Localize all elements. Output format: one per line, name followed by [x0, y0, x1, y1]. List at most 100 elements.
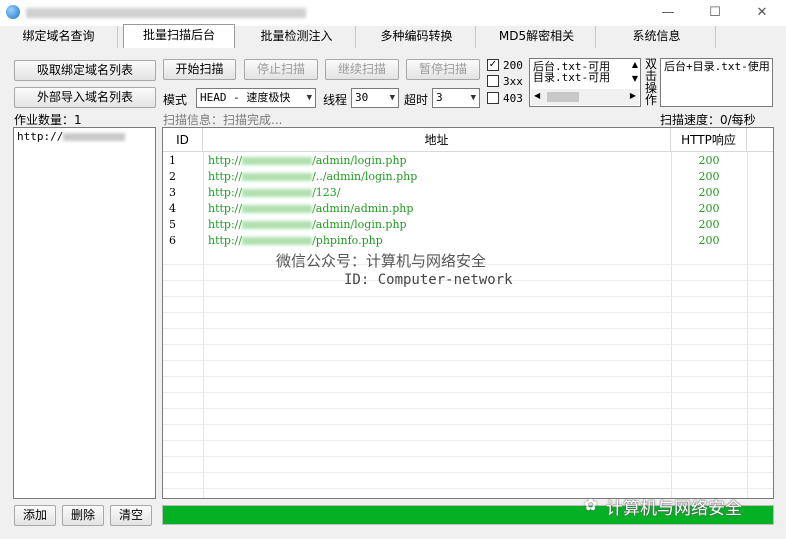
title-bar: — ☐ ✕	[0, 0, 786, 26]
add-button[interactable]: 添加	[14, 505, 56, 526]
import-domains-button[interactable]: 外部导入域名列表	[14, 87, 156, 108]
threads-label: 线程	[323, 93, 348, 107]
row-url[interactable]: http:// /admin/admin.php	[208, 201, 668, 217]
url-prefix: http://	[208, 218, 243, 231]
empty-row	[163, 425, 773, 441]
list-item[interactable]: http://	[14, 128, 155, 145]
redacted-host	[242, 189, 313, 197]
domain-list[interactable]: http://	[13, 127, 156, 499]
column-header-id[interactable]: ID	[163, 128, 203, 152]
results-table[interactable]: ID 地址 HTTP响应 1 http:// /admin/login.php 200…	[162, 127, 774, 499]
url-path: /../admin/login.php	[312, 170, 418, 183]
pause-scan-button[interactable]: 暂停扫描	[406, 59, 480, 80]
delete-button[interactable]: 删除	[62, 505, 104, 526]
row-http-status: 200	[698, 234, 720, 247]
table-row[interactable]: 6 http:// /phpinfo.php 200	[163, 233, 773, 249]
mode-label: 模式	[163, 93, 188, 107]
stop-scan-button[interactable]: 停止扫描	[244, 59, 318, 80]
start-scan-button[interactable]: 开始扫描	[163, 59, 236, 80]
url-path: /phpinfo.php	[312, 234, 383, 247]
row-http-status: 200	[698, 170, 720, 183]
filter-403-checkbox[interactable]	[487, 92, 499, 104]
filter-3xx-checkbox[interactable]	[487, 75, 499, 87]
url-prefix: http://	[208, 202, 243, 215]
selected-dictionary: 后台+目录.txt-使用	[664, 60, 770, 73]
wechat-icon: ✿	[584, 495, 598, 514]
row-id: 3	[169, 186, 176, 199]
empty-row	[163, 345, 773, 361]
url-prefix: http://	[208, 154, 243, 167]
empty-row	[163, 441, 773, 457]
url-path: /admin/login.php	[312, 154, 407, 167]
footer-watermark: 计算机与网络安全	[606, 499, 742, 519]
url-path: /123/	[312, 186, 341, 199]
tab-batch-scan-admin[interactable]: 批量扫描后台	[123, 24, 235, 48]
url-prefix: http://	[208, 234, 243, 247]
tab-md5[interactable]: MD5解密相关	[478, 26, 596, 48]
app-icon	[6, 5, 20, 19]
minimize-button[interactable]: —	[645, 2, 691, 24]
selected-dictionary-box[interactable]: 后台+目录.txt-使用	[660, 58, 773, 107]
row-id: 4	[169, 202, 176, 215]
scan-info: 扫描信息：扫描完成...	[163, 113, 283, 127]
table-header: ID 地址 HTTP响应	[163, 128, 773, 152]
empty-row	[163, 329, 773, 345]
tab-batch-injection[interactable]: 批量检测注入	[238, 26, 356, 48]
redacted-domain	[63, 133, 126, 141]
clear-button[interactable]: 清空	[110, 505, 152, 526]
tab-encoding[interactable]: 多种编码转换	[358, 26, 476, 48]
tab-domain-query[interactable]: 绑定域名查询	[0, 26, 118, 48]
empty-row	[163, 393, 773, 409]
column-header-address[interactable]: 地址	[203, 128, 671, 152]
table-row[interactable]: 3 http:// /123/200	[163, 185, 773, 201]
threads-value: 30	[355, 91, 369, 104]
filter-403-label: 403	[503, 92, 523, 105]
row-url[interactable]: http:// /admin/login.php	[208, 217, 668, 233]
timeout-select[interactable]: 3 ▼	[432, 88, 480, 108]
table-row[interactable]: 4 http:// /admin/admin.php 200	[163, 201, 773, 217]
list-item[interactable]: 目录.txt-可用	[530, 72, 640, 83]
chevron-down-icon: ▼	[470, 93, 476, 103]
scroll-down-icon[interactable]: ▼	[632, 74, 638, 83]
scroll-right-icon[interactable]: ▶	[630, 91, 636, 100]
row-url[interactable]: http:// /../admin/login.php	[208, 169, 668, 185]
url-path: /admin/admin.php	[312, 202, 414, 215]
close-button[interactable]: ✕	[739, 2, 785, 24]
mode-value: HEAD - 速度极快	[200, 91, 291, 104]
continue-scan-button[interactable]: 继续扫描	[325, 59, 399, 80]
scroll-left-icon[interactable]: ◀	[534, 91, 540, 100]
horizontal-scrollbar[interactable]: ◀ ▶	[531, 89, 639, 105]
scroll-up-icon[interactable]: ▲	[632, 60, 638, 69]
table-row[interactable]: 1 http:// /admin/login.php 200	[163, 153, 773, 169]
redacted-host	[242, 237, 313, 245]
row-http-status: 200	[698, 218, 720, 231]
mode-select[interactable]: HEAD - 速度极快 ▼	[196, 88, 316, 108]
url-path: /admin/login.php	[312, 218, 407, 231]
scan-speed: 扫描速度：0/每秒	[660, 113, 756, 127]
table-row[interactable]: 2 http:// /../admin/login.php 200	[163, 169, 773, 185]
scroll-thumb[interactable]	[547, 92, 579, 102]
maximize-button[interactable]: ☐	[692, 2, 738, 24]
domain-prefix: http://	[17, 130, 64, 143]
row-id: 6	[169, 234, 176, 247]
table-row[interactable]: 5 http:// /admin/login.php 200	[163, 217, 773, 233]
dictionary-list[interactable]: 后台.txt-可用 目录.txt-可用 ▲ ▼ ◀ ▶	[529, 58, 641, 107]
column-header-http[interactable]: HTTP响应	[671, 128, 747, 152]
tab-system-info[interactable]: 系统信息	[598, 26, 716, 48]
filter-200-checkbox[interactable]: ✓	[487, 59, 499, 71]
empty-row	[163, 313, 773, 329]
redacted-host	[242, 173, 313, 181]
row-id: 5	[169, 218, 176, 231]
row-url[interactable]: http:// /123/	[208, 185, 668, 201]
job-count: 作业数量：1	[14, 113, 82, 127]
fetch-domains-button[interactable]: 吸取绑定域名列表	[14, 60, 156, 81]
row-url[interactable]: http:// /admin/login.php	[208, 153, 668, 169]
redacted-host	[242, 205, 313, 213]
threads-select[interactable]: 30 ▼	[351, 88, 399, 108]
timeout-label: 超时	[404, 93, 429, 107]
url-prefix: http://	[208, 170, 243, 183]
row-id: 1	[169, 154, 176, 167]
double-click-hint: 双击操作	[645, 57, 658, 107]
row-url[interactable]: http:// /phpinfo.php	[208, 233, 668, 249]
empty-row	[163, 473, 773, 489]
